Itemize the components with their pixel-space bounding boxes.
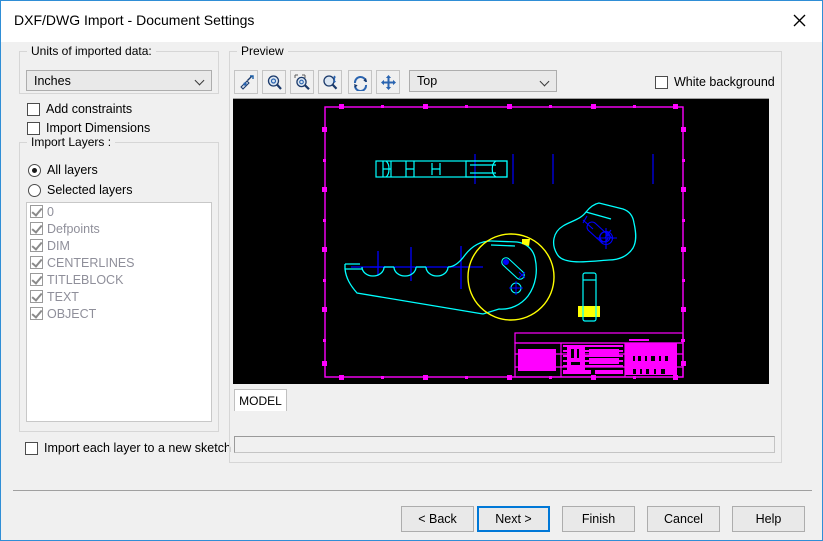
title-bar: DXF/DWG Import - Document Settings [1,1,822,42]
layer-checkbox[interactable] [30,205,43,218]
cad-preview-canvas[interactable] [233,98,769,384]
radio-indicator [28,183,41,197]
list-item[interactable]: TITLEBLOCK [27,271,211,288]
layer-checkbox[interactable] [30,256,43,269]
cancel-button-label: Cancel [664,512,703,526]
footer-divider [13,490,812,491]
layer-name: TEXT [47,289,79,304]
sheet-tab-model[interactable]: MODEL [234,389,287,411]
cad-drawing [233,99,769,384]
layer-checkbox[interactable] [30,273,43,286]
layer-name: DIM [47,238,70,253]
view-orientation-value: Top [417,74,438,88]
all-layers-label: All layers [47,163,98,177]
import-dimensions-label: Import Dimensions [46,121,151,135]
next-button-label: Next > [495,512,532,526]
view-orientation-combo[interactable]: Top [409,70,557,92]
white-background-label: White background [674,75,775,89]
preview-status-bar [234,436,775,453]
import-dimensions-checkbox[interactable]: Import Dimensions [27,121,150,135]
checkbox-box [27,121,40,135]
selected-layers-label: Selected layers [47,183,133,197]
layer-name: TITLEBLOCK [47,272,124,287]
import-layers-legend: Import Layers : [27,135,116,149]
checkbox-box [655,75,668,89]
dxf-dwg-import-dialog: DXF/DWG Import - Document Settings Units… [0,0,823,541]
pan-view-icon[interactable] [376,70,400,94]
checkbox-box [27,102,40,116]
checkbox-box [25,441,38,455]
list-item[interactable]: TEXT [27,288,211,305]
layers-listbox[interactable]: 0 Defpoints DIM CENTERLINES TITLEBLOCK T… [26,202,212,422]
radio-all-layers[interactable]: All layers [28,163,98,177]
units-group-legend: Units of imported data: [27,44,156,58]
cancel-button[interactable]: Cancel [647,506,720,532]
help-button-label: Help [755,512,782,526]
radio-indicator [28,163,41,177]
layer-name: CENTERLINES [47,255,135,270]
layer-checkbox[interactable] [30,239,43,252]
close-icon[interactable] [776,1,822,39]
zoom-to-area-icon[interactable] [290,70,314,94]
layer-name: 0 [47,204,54,219]
layer-checkbox[interactable] [30,222,43,235]
list-item[interactable]: 0 [27,203,211,220]
next-button[interactable]: Next > [477,506,550,532]
layer-name: Defpoints [47,221,100,236]
chevron-down-icon [534,77,556,86]
white-background-checkbox[interactable]: White background [655,75,775,89]
chevron-down-icon [189,76,211,85]
layer-checkbox[interactable] [30,307,43,320]
add-constraints-checkbox[interactable]: Add constraints [27,102,132,116]
units-combo[interactable]: Inches [26,70,212,91]
import-each-layer-checkbox[interactable]: Import each layer to a new sketch [25,441,231,455]
finish-button[interactable]: Finish [562,506,635,532]
back-button-label: < Back [418,512,457,526]
back-button[interactable]: < Back [401,506,474,532]
list-item[interactable]: DIM [27,237,211,254]
help-button[interactable]: Help [732,506,805,532]
zoom-to-fit-icon[interactable] [318,70,342,94]
radio-selected-layers[interactable]: Selected layers [28,183,132,197]
select-entities-icon[interactable] [234,70,258,94]
finish-button-label: Finish [581,512,616,526]
add-constraints-label: Add constraints [46,102,133,116]
dialog-title: DXF/DWG Import - Document Settings [14,12,255,28]
list-item[interactable]: CENTERLINES [27,254,211,271]
layer-checkbox[interactable] [30,290,43,303]
import-each-layer-label: Import each layer to a new sketch [44,441,231,455]
layer-name: OBJECT [47,306,97,321]
units-combo-value: Inches [34,73,71,88]
zoom-in-icon[interactable] [262,70,286,94]
sheet-tab-label: MODEL [239,393,282,408]
list-item[interactable]: OBJECT [27,305,211,322]
list-item[interactable]: Defpoints [27,220,211,237]
preview-group-legend: Preview [237,44,288,58]
rotate-view-icon[interactable] [348,70,372,94]
